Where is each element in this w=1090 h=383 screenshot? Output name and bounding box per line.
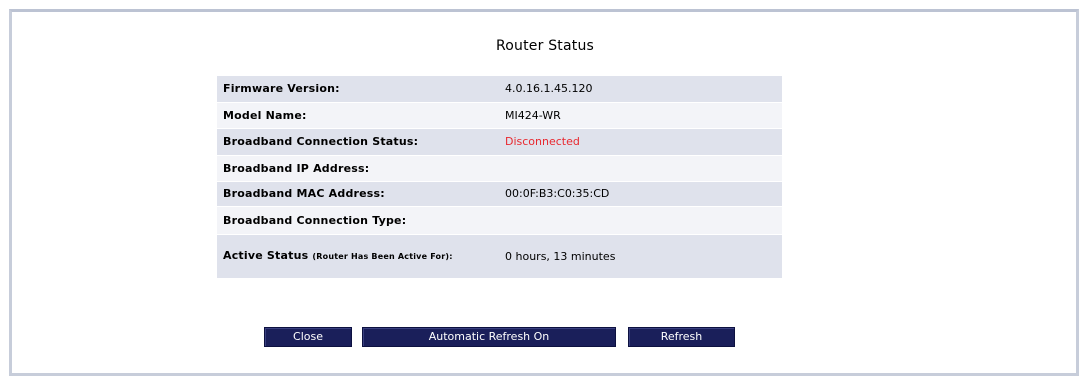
table-row: Model Name: MI424-WR: [217, 102, 782, 129]
table-row: Active Status (Router Has Been Active Fo…: [217, 234, 782, 279]
model-name-value: MI424-WR: [499, 102, 782, 129]
active-status-label-suffix: (Router Has Been Active For):: [312, 252, 453, 261]
close-button[interactable]: Close: [264, 327, 352, 347]
connection-status-value: Disconnected: [499, 128, 782, 156]
connection-status-label: Broadband Connection Status:: [217, 128, 499, 156]
table-row: Broadband IP Address:: [217, 155, 782, 182]
mac-address-label: Broadband MAC Address:: [217, 181, 499, 207]
model-name-label: Model Name:: [217, 102, 499, 129]
ip-address-label: Broadband IP Address:: [217, 155, 499, 182]
active-status-label: Active Status (Router Has Been Active Fo…: [217, 234, 499, 279]
active-status-label-main: Active Status: [223, 249, 309, 262]
table-row: Broadband Connection Status: Disconnecte…: [217, 128, 782, 156]
page-title: Router Status: [495, 38, 595, 54]
firmware-version-label: Firmware Version:: [217, 76, 499, 103]
connection-type-value: [499, 206, 782, 235]
table-row: Firmware Version: 4.0.16.1.45.120: [217, 76, 782, 103]
automatic-refresh-button[interactable]: Automatic Refresh On: [362, 327, 616, 347]
connection-type-label: Broadband Connection Type:: [217, 206, 499, 235]
active-status-value: 0 hours, 13 minutes: [499, 234, 782, 279]
refresh-button[interactable]: Refresh: [628, 327, 735, 347]
router-status-table: Firmware Version: 4.0.16.1.45.120 Model …: [217, 76, 782, 279]
ip-address-value: [499, 155, 782, 182]
table-row: Broadband MAC Address: 00:0F:B3:C0:35:CD: [217, 181, 782, 207]
firmware-version-value: 4.0.16.1.45.120: [499, 76, 782, 103]
mac-address-value: 00:0F:B3:C0:35:CD: [499, 181, 782, 207]
table-row: Broadband Connection Type:: [217, 206, 782, 235]
